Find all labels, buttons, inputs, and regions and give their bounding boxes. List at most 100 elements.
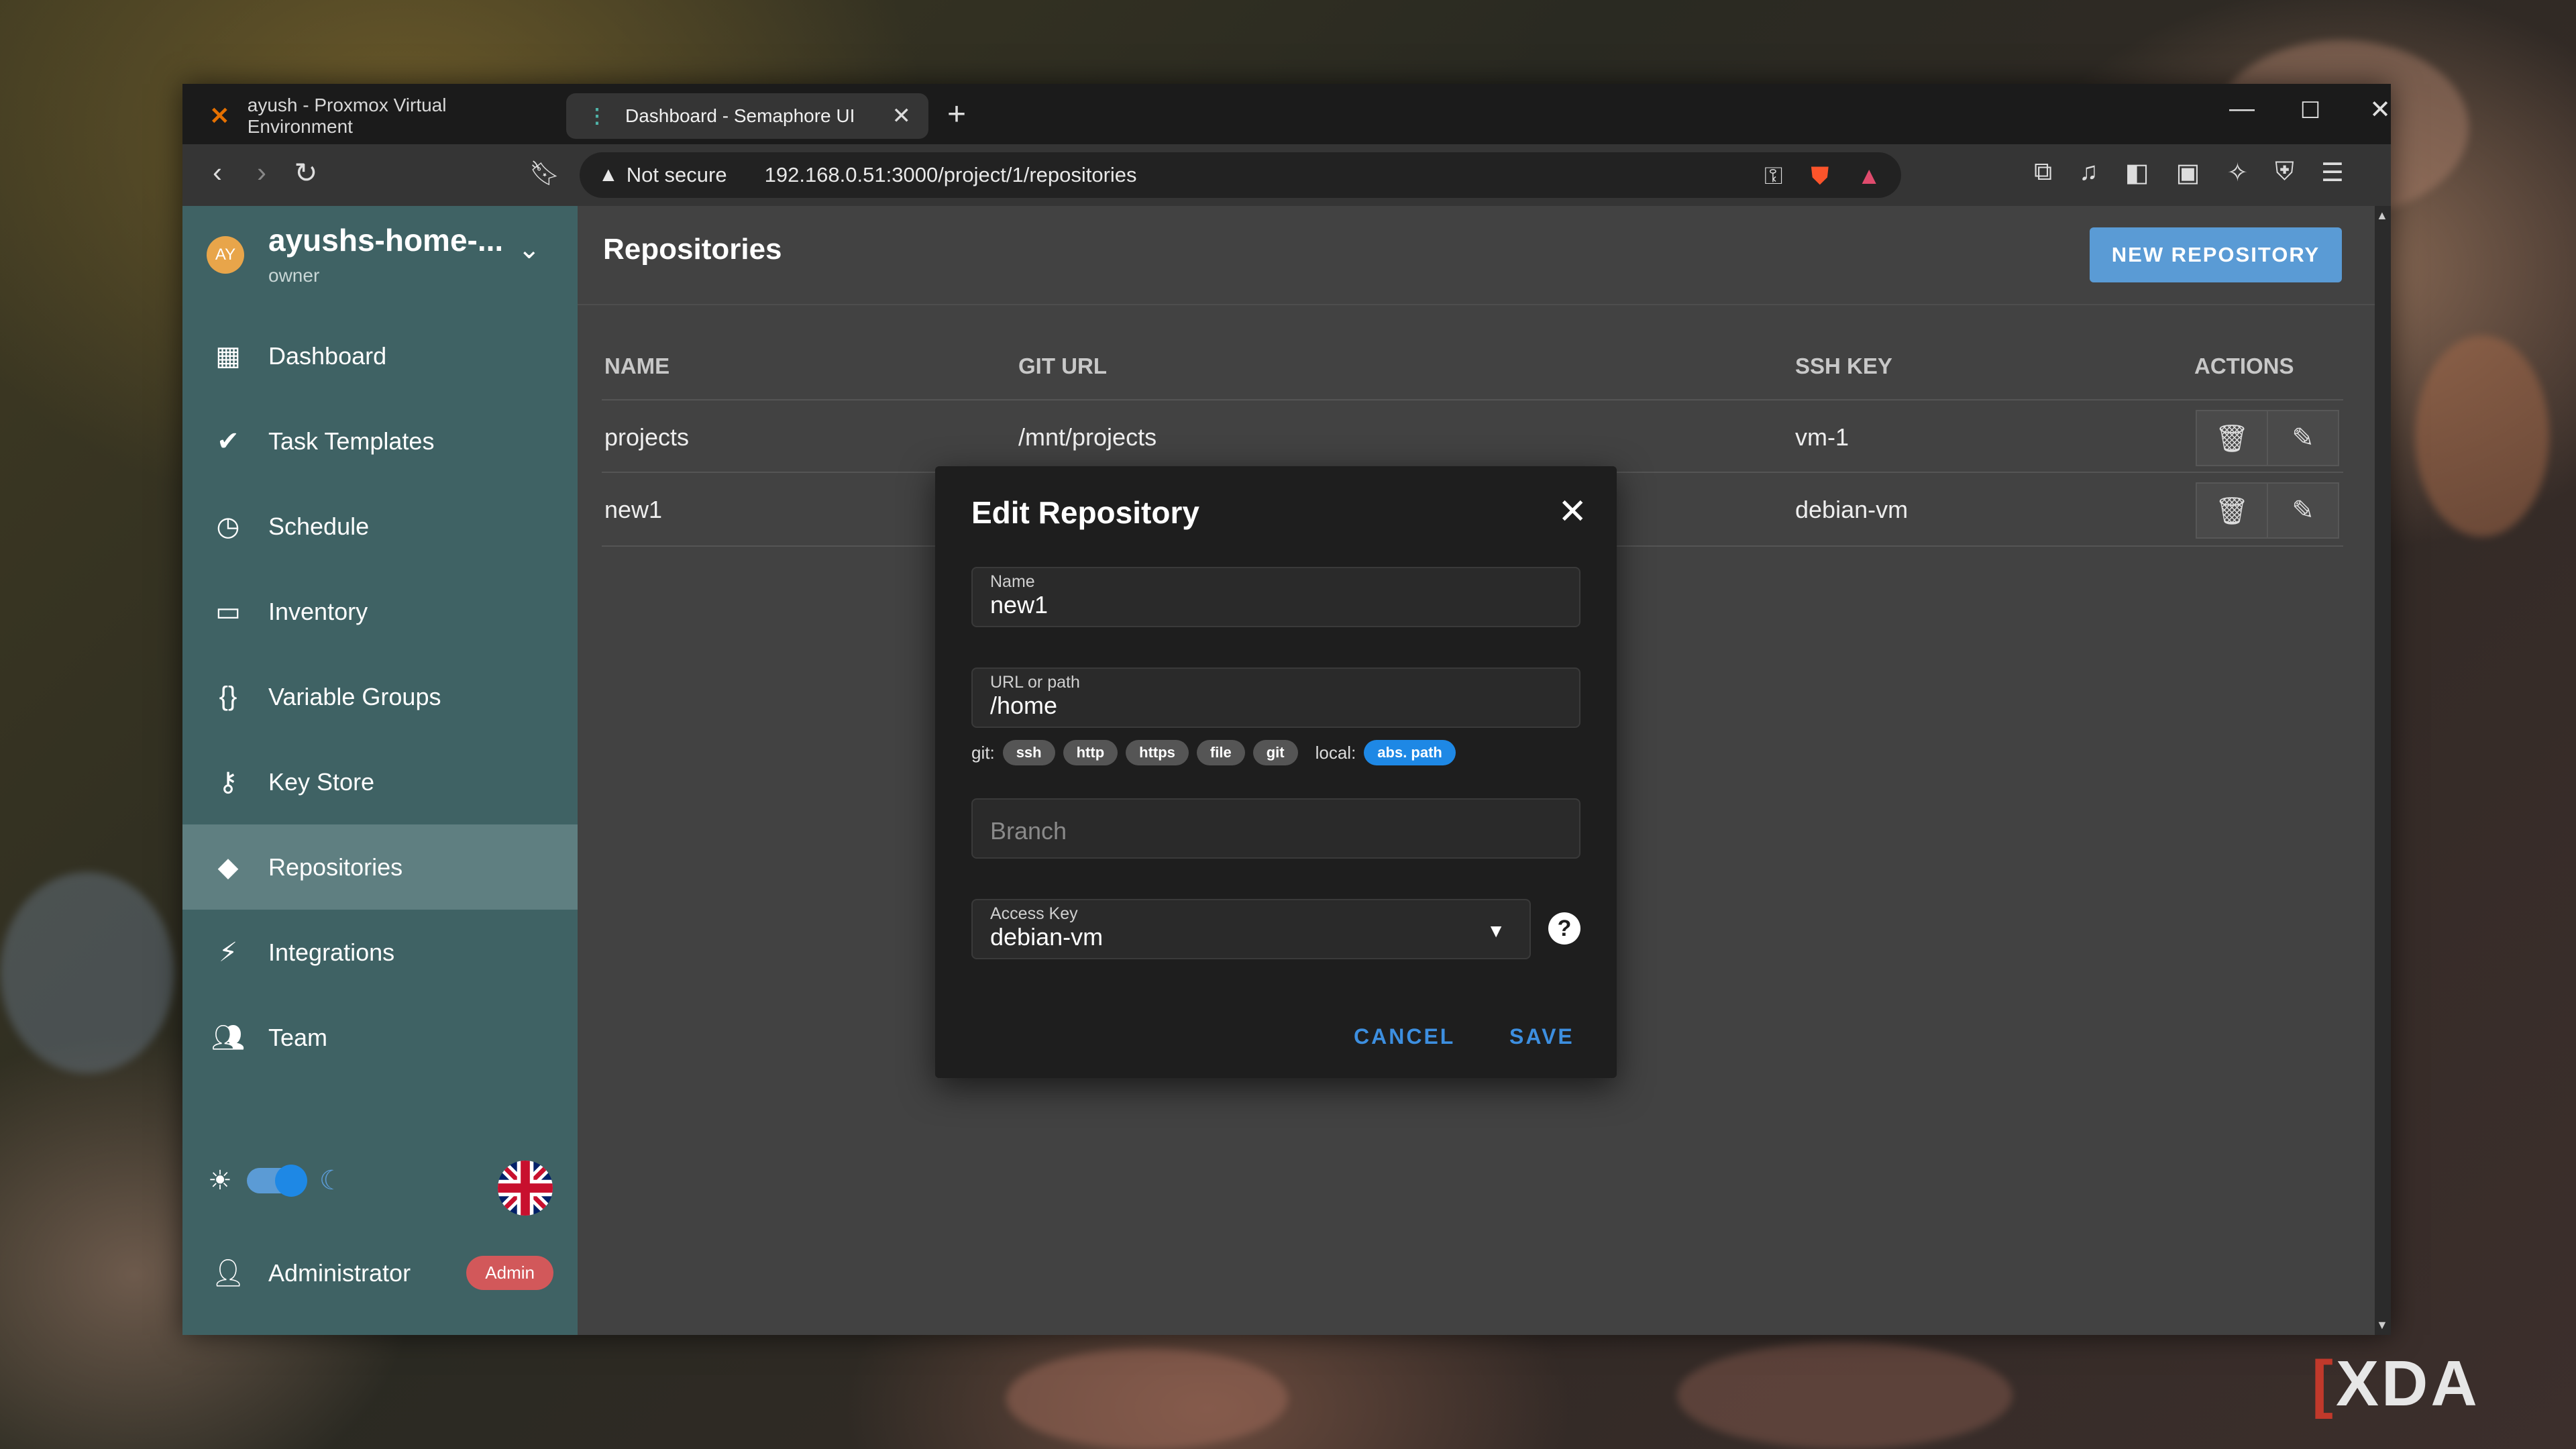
project-name: ayushs-home-... [268,223,504,258]
git-icon: ◆ [217,852,239,882]
semaphore-icon: ⋮ [587,105,607,127]
sidebar-nav: ▦ Dashboard ✔︎ Task Templates ◷ Schedule… [182,313,578,1080]
delete-button[interactable]: 🗑︎ [2196,482,2268,539]
close-tab-icon[interactable]: ✕ [892,103,912,129]
chevron-down-icon[interactable]: ⌄ [518,234,541,265]
url-type-hints: git: ssh http https file git local: abs.… [971,740,1456,765]
sidebar-item-label: Integrations [268,938,395,966]
scrollbar[interactable]: ▲ ▼ [2375,206,2391,1335]
sidebar-item-integrations[interactable]: ⚡︎ Integrations [182,910,578,995]
new-repository-button[interactable]: NEW REPOSITORY [2090,227,2342,282]
brave-shields-icon[interactable]: ⛊ [1811,162,1829,191]
sidebar-item-label: Variable Groups [268,682,441,710]
edit-button[interactable]: ✎ [2267,410,2339,466]
field-label: Access Key [990,904,1078,923]
repo-ssh-key: debian-vm [1795,496,1909,523]
new-tab-button[interactable]: + [947,96,966,133]
user-name: Administrator [268,1258,411,1287]
branch-field[interactable]: Branch [971,798,1580,859]
address-bar[interactable]: ▲ Not secure 192.168.0.51:3000/project/1… [580,152,1901,198]
column-header-name[interactable]: NAME [604,354,669,379]
help-icon[interactable]: ? [1548,912,1580,945]
sidebar-item-team[interactable]: 👥︎ Team [182,995,578,1080]
wallpaper-flower [2415,335,2549,537]
column-header-ssh-key[interactable]: SSH KEY [1795,354,1892,379]
vpn-icon[interactable]: ⛨ [2275,158,2294,188]
wallet-icon[interactable]: ▣ [2176,158,2200,188]
brave-rewards-icon[interactable]: ▲ [1857,162,1881,191]
git-prefix-label: git: [971,742,995,763]
chip-https[interactable]: https [1126,740,1189,765]
user-menu[interactable]: 👤︎ Administrator Admin [208,1256,553,1290]
language-flag-icon[interactable] [498,1161,553,1216]
cancel-button[interactable]: CANCEL [1354,1024,1455,1049]
field-value: /home [990,692,1058,719]
plug-icon: ⚡︎ [218,937,238,967]
sidebar-item-repositories[interactable]: ◆ Repositories [182,824,578,910]
key-icon[interactable]: ⚿ [1764,162,1782,191]
chip-git[interactable]: git [1252,740,1298,765]
team-icon: 👥︎ [211,1023,246,1053]
chip-ssh[interactable]: ssh [1002,740,1055,765]
sidebar-item-schedule[interactable]: ◷ Schedule [182,484,578,569]
delete-button[interactable]: 🗑︎ [2196,410,2268,466]
access-key-select[interactable]: Access Key debian-vm ▼ [971,899,1531,959]
tab-strip: ✕ ayush - Proxmox Virtual Environment ⋮ … [182,84,2391,144]
edit-repository-dialog: Edit Repository ✕ Name new1 URL or path … [935,466,1617,1078]
not-secure-label: Not secure [626,163,727,186]
wallpaper-flower [1677,1342,2012,1449]
sidebar-item-dashboard[interactable]: ▦ Dashboard [182,313,578,398]
wallpaper-flower [0,872,174,1073]
watermark-text: XDA [2335,1348,2480,1419]
forward-icon[interactable]: › [243,156,280,189]
braces-icon: {} [219,682,237,711]
sidebar-item-key-store[interactable]: ⚷ Key Store [182,739,578,824]
sidebar-item-task-templates[interactable]: ✔︎ Task Templates [182,398,578,484]
double-check-icon: ✔︎ [217,426,239,456]
column-header-git-url[interactable]: GIT URL [1018,354,1107,379]
table-row: projects /mnt/projects vm-1 🗑︎ ✎ [602,399,2343,473]
close-icon[interactable]: ✕ [1558,492,1587,532]
repo-name: projects [604,423,690,451]
chip-file[interactable]: file [1196,740,1245,765]
scroll-down-icon[interactable]: ▼ [2376,1318,2388,1332]
url-field[interactable]: URL or path /home [971,667,1580,728]
local-prefix-label: local: [1315,742,1356,763]
edit-button[interactable]: ✎ [2267,482,2339,539]
field-label: Name [990,572,1035,591]
repo-name: new1 [604,496,663,523]
chip-abs-path[interactable]: abs. path [1364,740,1456,765]
sidebar-item-label: Key Store [268,767,375,796]
bookmark-icon[interactable]: 🔖︎ [526,159,564,187]
chip-http[interactable]: http [1063,740,1118,765]
media-icon[interactable]: ♫ [2079,158,2098,188]
admin-badge: Admin [466,1256,553,1290]
dashboard-icon: ▦ [215,341,241,371]
menu-icon[interactable]: ☰ [2321,158,2344,188]
screenshot-icon[interactable]: ⧉ [2034,158,2052,188]
key-icon: ⚷ [218,767,238,797]
divider [578,304,2375,305]
name-field[interactable]: Name new1 [971,567,1580,627]
trash-icon: 🗑︎ [2214,423,2249,453]
sidebar-toggle-icon[interactable]: ◧ [2125,158,2149,188]
sidebar-item-variable-groups[interactable]: {} Variable Groups [182,654,578,739]
field-value: debian-vm [990,923,1104,951]
page-title: Repositories [603,233,782,266]
sidebar-item-label: Inventory [268,597,368,625]
save-button[interactable]: SAVE [1509,1024,1574,1049]
warning-icon: ▲ [598,164,619,186]
tab-proxmox[interactable]: ✕ ayush - Proxmox Virtual Environment [189,93,565,139]
reload-icon[interactable]: ↻ [287,156,325,189]
dark-mode-toggle[interactable] [246,1165,307,1197]
scroll-up-icon[interactable]: ▲ [2376,209,2388,223]
project-switcher[interactable]: AY ayushs-home-... owner ⌄ [182,206,578,310]
maximize-icon[interactable]: ☐ [2284,97,2337,124]
tab-semaphore[interactable]: ⋮ Dashboard - Semaphore UI ✕ [566,93,928,139]
sidebar-item-inventory[interactable]: ▭ Inventory [182,569,578,654]
sidebar-item-label: Repositories [268,853,403,881]
minimize-icon[interactable]: — [2215,95,2269,123]
window-close-icon[interactable]: ✕ [2353,95,2391,125]
back-icon[interactable]: ‹ [199,156,236,189]
leo-ai-icon[interactable]: ✧ [2226,158,2248,188]
